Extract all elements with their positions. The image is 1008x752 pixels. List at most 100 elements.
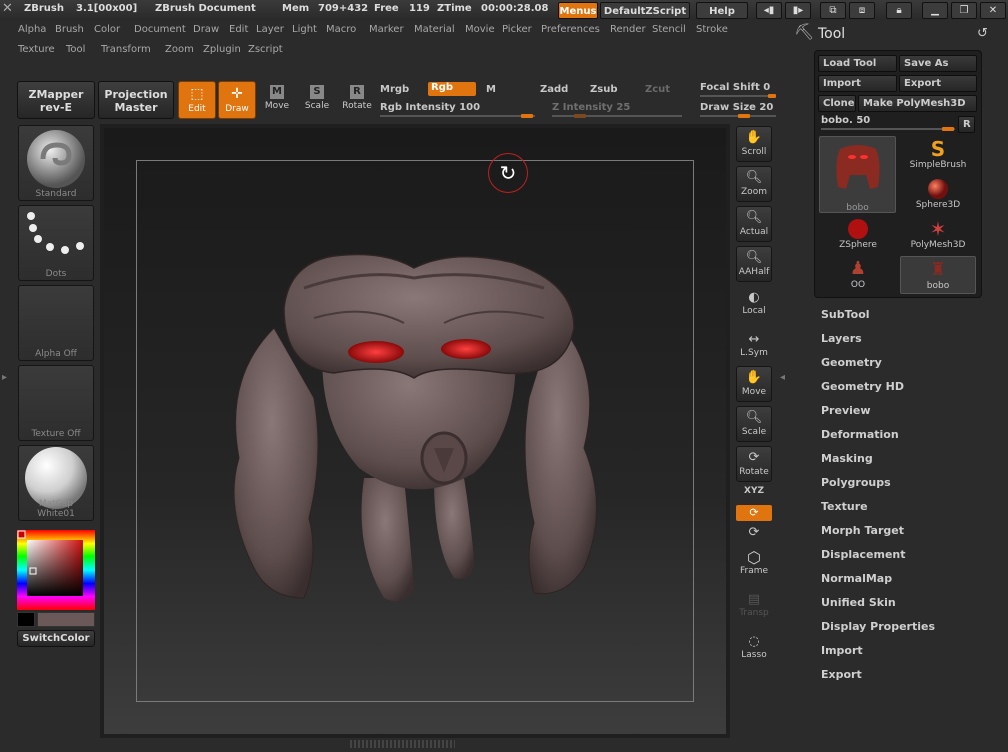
rgb-intensity-knob[interactable] [521, 114, 533, 118]
draw-button[interactable]: ✛ Draw [218, 81, 256, 119]
rgb-intensity-slider[interactable] [380, 115, 535, 117]
bottom-tray-handle[interactable] [350, 740, 455, 748]
minimize-icon[interactable]: ▁ [922, 2, 948, 19]
pick-tool-icon[interactable]: ⛏ [794, 22, 814, 41]
r-button[interactable]: R [958, 116, 975, 133]
draw-size-knob[interactable] [738, 114, 750, 118]
z-intensity-slider[interactable] [552, 115, 682, 117]
subpalette-import[interactable]: Import [821, 644, 863, 657]
save-as-button[interactable]: Save As [899, 55, 977, 72]
subpalette-geometry[interactable]: Geometry [821, 356, 882, 369]
menu-preferences[interactable]: Preferences [541, 24, 600, 35]
rotate-button[interactable]: R Rotate [338, 81, 376, 119]
menu-transform[interactable]: Transform [101, 44, 151, 55]
maximize-icon[interactable]: ❐ [951, 2, 977, 19]
subpalette-polygroups[interactable]: Polygroups [821, 476, 891, 489]
export-tool-button[interactable]: Export [899, 75, 977, 92]
subpalette-normalmap[interactable]: NormalMap [821, 572, 892, 585]
expand-ui-icon[interactable]: ▮▸ [785, 2, 811, 19]
z-intensity-label[interactable]: Z Intensity 25 [552, 102, 630, 113]
tool-sphere3d[interactable]: Sphere3D [900, 176, 976, 214]
rgb-intensity-label[interactable]: Rgb Intensity 100 [380, 102, 480, 113]
alpha-thumb[interactable]: Alpha Off [18, 285, 94, 361]
menu-light[interactable]: Light [292, 24, 317, 35]
projection-master-button[interactable]: Projection Master [98, 81, 174, 119]
tool-simplebrush[interactable]: S SimpleBrush [900, 136, 976, 174]
menu-zscript[interactable]: Zscript [248, 44, 283, 55]
m-button[interactable]: M [486, 84, 496, 95]
layout-icon[interactable]: ⧉ [820, 2, 846, 19]
color-picker[interactable] [17, 530, 95, 610]
zsub-button[interactable]: Zsub [590, 84, 617, 95]
subpalette-preview[interactable]: Preview [821, 404, 871, 417]
subpalette-deformation[interactable]: Deformation [821, 428, 899, 441]
xyz-button[interactable]: XYZ [736, 486, 772, 496]
subpalette-unified-skin[interactable]: Unified Skin [821, 596, 896, 609]
tool-bobo[interactable]: ♜ bobo [900, 256, 976, 294]
secondary-color-swatch[interactable] [37, 612, 95, 627]
menu-layer[interactable]: Layer [256, 24, 284, 35]
draw-size-label[interactable]: Draw Size 20 [700, 102, 773, 113]
texture-thumb[interactable]: Texture Off [18, 365, 94, 441]
menu-texture[interactable]: Texture [18, 44, 55, 55]
left-tray-arrow-icon[interactable]: ▸ [2, 372, 7, 383]
lock-icon[interactable]: 🔒︎ [886, 2, 912, 19]
subpalette-geometry-hd[interactable]: Geometry HD [821, 380, 904, 393]
tool-slider-track[interactable] [821, 128, 955, 130]
tool-slider-knob[interactable] [942, 127, 954, 131]
move-view-button[interactable]: ✋ Move [736, 366, 772, 402]
focal-shift-label[interactable]: Focal Shift 0 [700, 82, 770, 93]
scale-button[interactable]: S Scale [298, 81, 336, 119]
make-polymesh-button[interactable]: Make PolyMesh3D [858, 95, 977, 112]
material-thumb[interactable]: MatCap White01 [18, 445, 94, 521]
right-tray-arrow-icon[interactable]: ◂ [780, 372, 785, 383]
stroke-dots-thumb[interactable]: Dots [18, 205, 94, 281]
close-icon[interactable]: ✕ [980, 2, 1006, 19]
menu-picker[interactable]: Picker [502, 24, 532, 35]
menu-brush[interactable]: Brush [55, 24, 84, 35]
shrink-ui-icon[interactable]: ◂▮ [756, 2, 782, 19]
current-tool-thumb[interactable]: bobo [819, 136, 896, 213]
menus-button[interactable]: Menus [558, 2, 598, 19]
load-tool-button[interactable]: Load Tool [818, 55, 897, 72]
creature-model[interactable] [104, 128, 726, 734]
menu-marker[interactable]: Marker [369, 24, 404, 35]
mrgb-button[interactable]: Mrgb [380, 84, 409, 95]
scale-view-button[interactable]: 🔍︎ Scale [736, 406, 772, 442]
transp-button[interactable]: ▤ Transp [736, 592, 772, 618]
actual-button[interactable]: 🔍︎ Actual [736, 206, 772, 242]
menu-color[interactable]: Color [94, 24, 120, 35]
main-color-swatch[interactable] [17, 612, 35, 627]
palette-reset-icon[interactable]: ↺ [977, 26, 988, 41]
menu-draw[interactable]: Draw [193, 24, 219, 35]
switch-color-button[interactable]: SwitchColor [17, 630, 95, 647]
aahalf-button[interactable]: 🔍︎ AAHalf [736, 246, 772, 282]
brush-standard-thumb[interactable]: Standard [18, 125, 94, 201]
local-button[interactable]: ◐ Local [736, 290, 772, 316]
lsym-button[interactable]: ↔ L.Sym [736, 332, 772, 358]
menu-render[interactable]: Render [610, 24, 646, 35]
edit-button[interactable]: ⬚ Edit [178, 81, 216, 119]
tool-zsphere[interactable]: ZSphere [820, 216, 896, 254]
zoom-button[interactable]: 🔍︎ Zoom [736, 166, 772, 202]
menu-stroke[interactable]: Stroke [696, 24, 728, 35]
scroll-button[interactable]: ✋ Scroll [736, 126, 772, 162]
menu-document[interactable]: Document [134, 24, 186, 35]
menu-movie[interactable]: Movie [465, 24, 495, 35]
import-tool-button[interactable]: Import [818, 75, 897, 92]
subpalette-export[interactable]: Export [821, 668, 862, 681]
zadd-button[interactable]: Zadd [540, 84, 568, 95]
clone-button[interactable]: Clone [818, 95, 856, 112]
layout-alt-icon[interactable]: ⧈ [849, 2, 875, 19]
subpalette-subtool[interactable]: SubTool [821, 308, 870, 321]
subpalette-morph-target[interactable]: Morph Target [821, 524, 904, 537]
menu-zplugin[interactable]: Zplugin [203, 44, 241, 55]
default-zscript-button[interactable]: DefaultZScript [600, 2, 690, 19]
zcut-button[interactable]: Zcut [645, 84, 670, 95]
menu-tool[interactable]: Tool [66, 44, 85, 55]
tool-polymesh3d[interactable]: ✶ PolyMesh3D [900, 216, 976, 254]
subpalette-display-properties[interactable]: Display Properties [821, 620, 935, 633]
rotate-view-button[interactable]: ⟳ Rotate [736, 446, 772, 482]
subpalette-masking[interactable]: Masking [821, 452, 873, 465]
frame-button[interactable]: ⬡ Frame [736, 550, 772, 577]
